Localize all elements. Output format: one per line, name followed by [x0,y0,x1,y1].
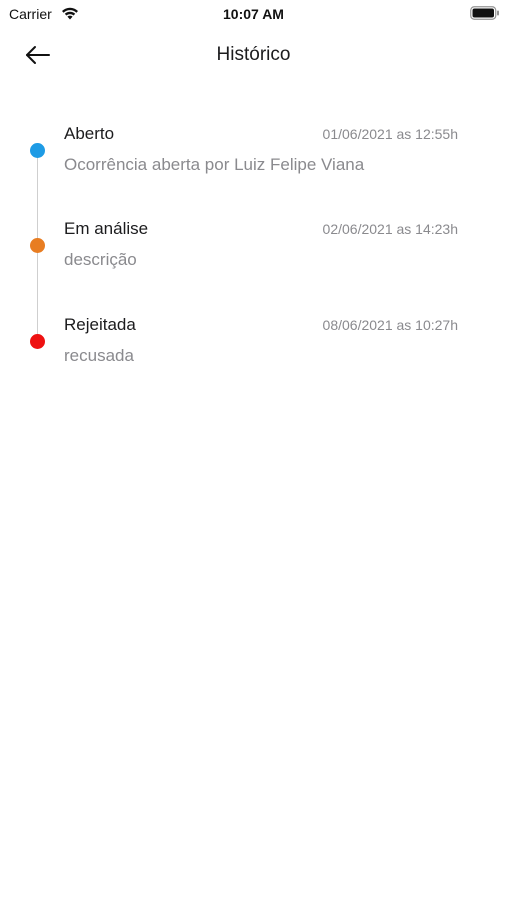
status-dot [30,238,45,253]
event-datetime: 02/06/2021 as 14:23h [322,221,458,237]
event-status: Rejeitada [64,315,136,334]
event-description: descrição [64,250,137,269]
event-datetime: 01/06/2021 as 12:55h [322,126,458,142]
event-description: Ocorrência aberta por Luiz Felipe Viana [64,155,365,174]
event-status: Em análise [64,219,149,238]
battery-icon [470,6,499,20]
nav-bar: Histórico [0,28,507,84]
status-dot [30,143,45,158]
status-bar: Carrier 10:07 AM [0,0,507,28]
timeline-event-aberto: Aberto 01/06/2021 as 12:55h Ocorrência a… [0,118,507,198]
timeline-event-rejeitada: Rejeitada 08/06/2021 as 10:27h recusada [0,309,507,389]
status-time: 10:07 AM [223,6,284,22]
history-timeline: Aberto 01/06/2021 as 12:55h Ocorrência a… [0,118,507,378]
timeline-event-em-analise: Em análise 02/06/2021 as 14:23h descriçã… [0,213,507,293]
event-description: recusada [64,346,134,365]
event-status: Aberto [64,124,115,143]
status-dot [30,334,45,349]
page-title: Histórico [216,44,291,65]
event-datetime: 08/06/2021 as 10:27h [322,317,458,333]
